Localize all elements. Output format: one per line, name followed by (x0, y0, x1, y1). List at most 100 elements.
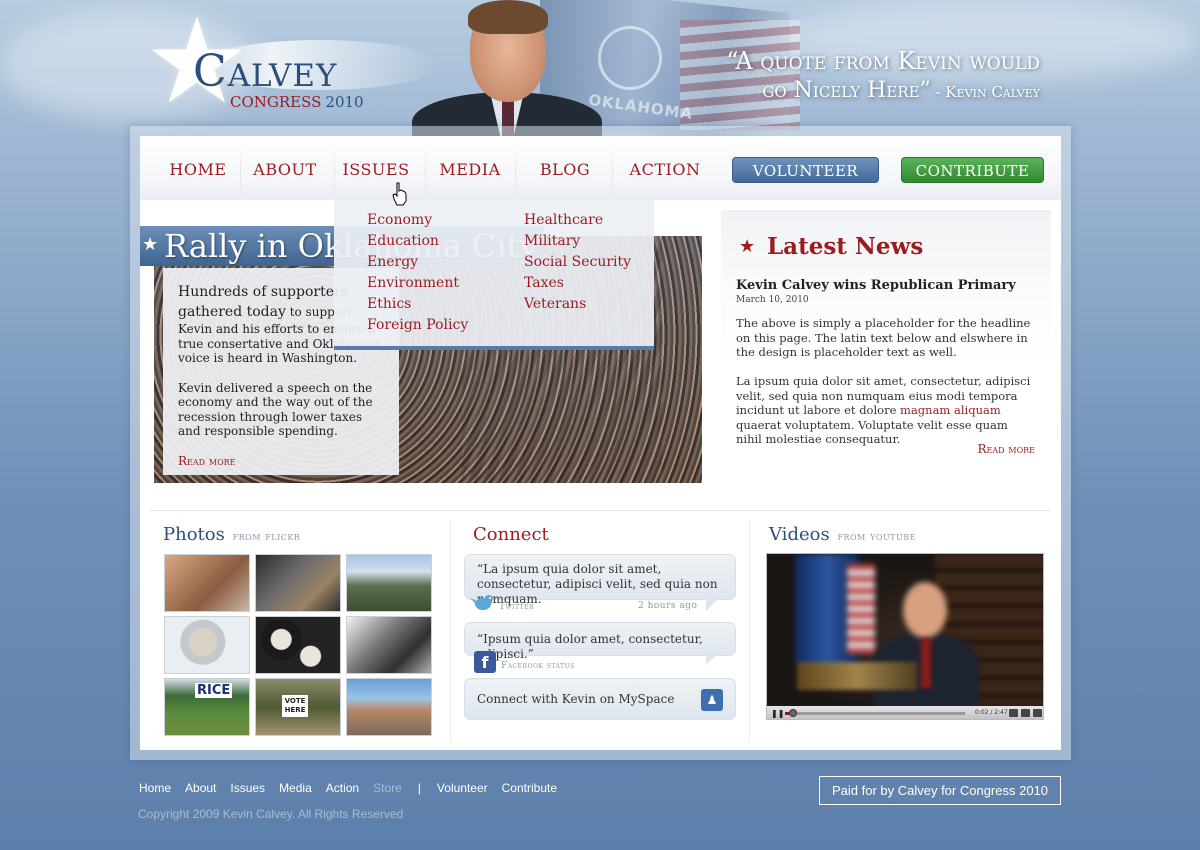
logo-congress: CONGRESS (230, 93, 322, 111)
photos-heading: Photos from flickr (163, 524, 300, 547)
video-controls: ❚❚ 0:02 / 2:47 (767, 706, 1043, 719)
nav-home[interactable]: HOME (160, 136, 236, 200)
logo-name: Calvey (193, 46, 338, 97)
photo-sign-text: RICE (195, 683, 233, 698)
news-paragraph-1: The above is simply a placeholder for th… (736, 316, 1031, 359)
nav-blog[interactable]: BLOG (524, 136, 606, 200)
header-quote: “A quote from Kevin would go Nicely Here… (720, 46, 1040, 106)
issues-menu-item[interactable]: Education (367, 231, 468, 252)
latest-news: ★ Latest News Kevin Calvey wins Republic… (721, 210, 1051, 476)
news-headline[interactable]: Kevin Calvey wins Republican Primary (736, 278, 1016, 293)
quote-attribution: - Kevin Calvey (930, 83, 1040, 101)
volunteer-button[interactable]: VOLUNTEER (732, 157, 879, 183)
news-paragraph-2: La ipsum quia dolor sit amet, consectetu… (736, 374, 1036, 447)
issues-menu-item[interactable]: Military (524, 231, 631, 252)
volume-icon[interactable] (1009, 709, 1018, 717)
news-read-more-link[interactable]: Read more (978, 442, 1036, 456)
footer-link-about[interactable]: About (185, 781, 216, 795)
flickr-photo[interactable] (346, 678, 432, 736)
issues-menu-item[interactable]: Environment (367, 273, 468, 294)
flickr-photo[interactable] (164, 554, 250, 612)
copyright-text: Copyright 2009 Kevin Calvey. All Rights … (138, 807, 404, 821)
flickr-photo[interactable] (255, 554, 341, 612)
tweet-time: 2 hours ago (638, 601, 698, 611)
column-divider (450, 520, 451, 742)
twitter-bubble[interactable]: “La ipsum quia dolor sit amet, consectet… (464, 554, 736, 606)
flickr-photo[interactable] (346, 554, 432, 612)
connect-heading: Connect (473, 524, 549, 545)
logo-year: 2010 (325, 93, 364, 111)
content-panel: HOME ABOUT ISSUES MEDIA BLOG ACTION VOLU… (140, 136, 1061, 750)
column-divider (749, 520, 750, 742)
issues-menu-item[interactable]: Economy (367, 210, 468, 231)
fullscreen-icon[interactable] (1033, 709, 1042, 717)
twitter-bird-icon[interactable] (470, 591, 496, 613)
videos-title: Videos (769, 524, 830, 545)
resize-icon[interactable] (1021, 709, 1030, 717)
facebook-source: Facebook status (501, 661, 575, 671)
footer-link-media[interactable]: Media (279, 781, 312, 795)
footer-nav: Home About Issues Media Action Store | Voluntee… (139, 781, 571, 795)
issues-column-1: Economy Education Energy Environment Ethics F… (367, 210, 468, 336)
photo-sign-text: VOTE HERE (282, 695, 308, 717)
issues-menu-item[interactable]: Taxes (524, 273, 631, 294)
facebook-bubble[interactable]: “Ipsum quia dolor amet, consectetur, adi… (464, 622, 736, 661)
star-icon: ★ (142, 234, 159, 255)
pause-icon[interactable]: ❚❚ (771, 709, 784, 718)
photos-subtitle: from flickr (232, 529, 301, 543)
youtube-video-player[interactable]: ❚❚ 0:02 / 2:47 (766, 553, 1044, 720)
section-divider (150, 510, 1051, 511)
site-header: OKLAHOMA ★ Calvey CONGRESS 2010 “A quote … (0, 0, 1200, 136)
myspace-icon[interactable]: ♟ (701, 689, 723, 711)
flickr-photo[interactable]: VOTE HERE (255, 678, 341, 736)
star-icon: ★ (739, 236, 756, 257)
issues-column-2: Healthcare Military Social Security Taxes Ve… (524, 210, 631, 315)
flickr-photo[interactable] (346, 616, 432, 674)
footer-link-contribute[interactable]: Contribute (502, 781, 557, 795)
footer-separator: | (417, 781, 421, 795)
nav-about[interactable]: ABOUT (244, 136, 326, 200)
nav-media[interactable]: MEDIA (430, 136, 510, 200)
issues-menu-item[interactable]: Foreign Policy (367, 315, 468, 336)
photos-title: Photos (163, 524, 225, 545)
issues-menu-item[interactable]: Veterans (524, 294, 631, 315)
logo-subtitle: CONGRESS 2010 (230, 93, 364, 111)
flickr-photo[interactable]: RICE (164, 678, 250, 736)
hero-body: Kevin delivered a speech on the economy … (178, 380, 373, 439)
footer-link-action[interactable]: Action (326, 781, 359, 795)
paid-for-notice: Paid for by Calvey for Congress 2010 (819, 776, 1061, 805)
hand-cursor-icon (392, 182, 407, 206)
video-seek-bar[interactable] (785, 709, 965, 717)
issues-menu-item[interactable]: Healthcare (524, 210, 631, 231)
facebook-text: “Ipsum quia dolor amet, consectetur, adi… (477, 632, 703, 661)
flickr-photo[interactable] (164, 616, 250, 674)
tweet-source: Twitter (499, 602, 535, 612)
candidate-portrait (412, 0, 602, 136)
contribute-button[interactable]: CONTRIBUTE (901, 157, 1044, 183)
hero-read-more-link[interactable]: Read more (178, 454, 236, 468)
flickr-photo[interactable] (255, 616, 341, 674)
news-text: quaerat voluptatem. Voluptate velit esse… (736, 417, 1008, 447)
quote-line-1: “A quote from Kevin would (726, 47, 1040, 75)
facebook-icon[interactable]: f (474, 651, 496, 673)
issues-menu-item[interactable]: Ethics (367, 294, 468, 315)
news-inline-link[interactable]: magnam aliquam (900, 403, 1001, 417)
footer-link-home[interactable]: Home (139, 781, 171, 795)
videos-subtitle: from youtube (837, 529, 916, 543)
news-date: March 10, 2010 (736, 295, 809, 305)
nav-action[interactable]: ACTION (620, 136, 710, 200)
videos-heading: Videos from youtube (769, 524, 916, 547)
footer-link-store[interactable]: Store (373, 781, 402, 795)
issues-menu-item[interactable]: Energy (367, 252, 468, 273)
video-time: 0:02 / 2:47 (975, 709, 1008, 716)
main-nav: HOME ABOUT ISSUES MEDIA BLOG ACTION VOLU… (140, 136, 1061, 200)
myspace-bubble[interactable]: Connect with Kevin on MySpace (464, 678, 736, 720)
quote-line-2: go Nicely Here” (762, 78, 931, 103)
issues-menu-item[interactable]: Social Security (524, 252, 631, 273)
myspace-text: Connect with Kevin on MySpace (477, 692, 675, 706)
issues-dropdown: Economy Education Energy Environment Ethics F… (334, 200, 654, 350)
video-seek-handle[interactable] (789, 709, 797, 717)
footer-link-volunteer[interactable]: Volunteer (437, 781, 488, 795)
video-frame[interactable] (767, 554, 1043, 714)
footer-link-issues[interactable]: Issues (230, 781, 265, 795)
